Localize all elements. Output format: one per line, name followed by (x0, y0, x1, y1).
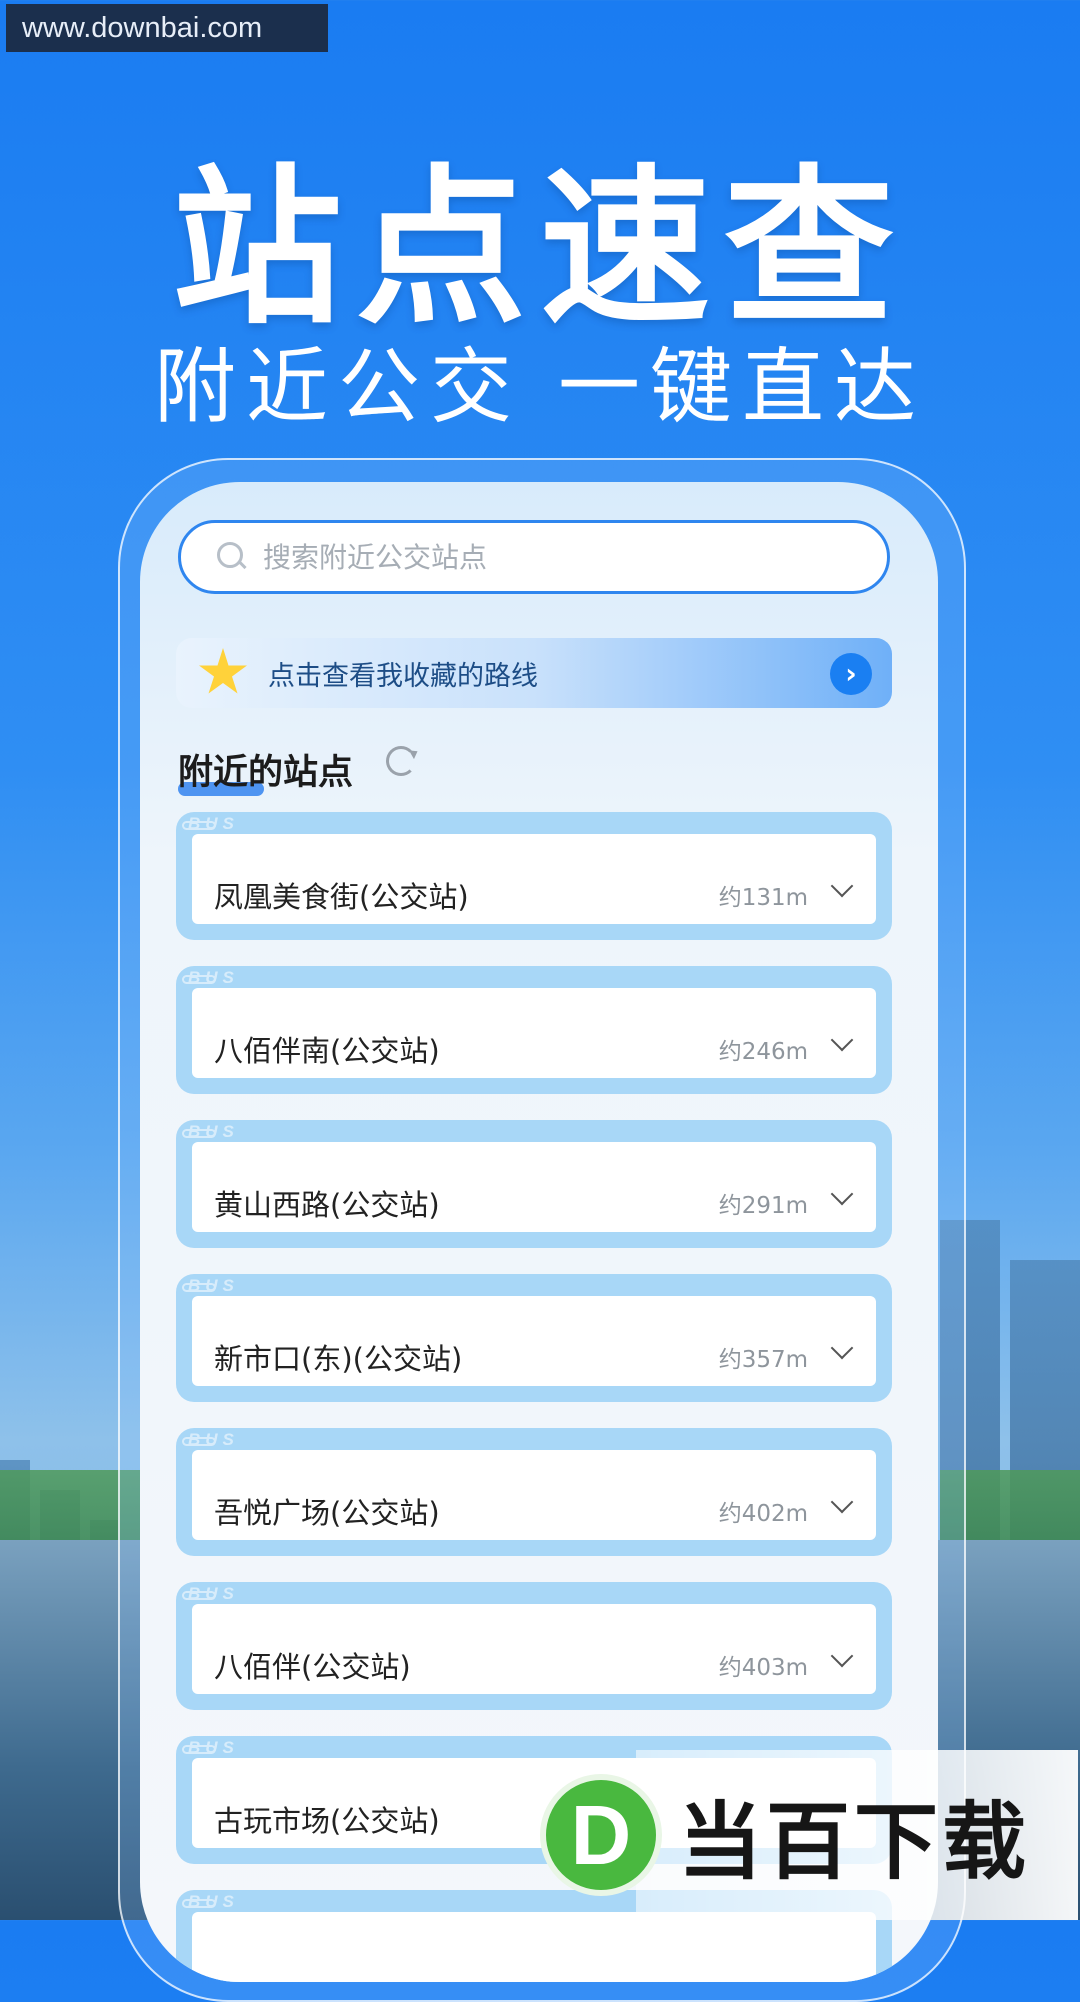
station-name: 新市口(东)(公交站) (214, 1342, 463, 1376)
chevron-right-icon[interactable]: › (830, 653, 872, 695)
subline: 附近公交 一键直达 (153, 340, 927, 435)
bus-tag: BUS (182, 1430, 298, 1452)
refresh-icon[interactable] (386, 746, 416, 776)
station-name: 黄山西路(公交站) (214, 1188, 440, 1222)
logo-text: 当百下载 (678, 1792, 1031, 1891)
station-card[interactable]: BUS 黄山西路(公交站) 约291m (176, 1120, 892, 1248)
chevron-down-icon[interactable] (830, 874, 854, 898)
station-card[interactable]: BUS 凤凰美食街(公交站) 约131m (176, 812, 892, 940)
bus-tag: BUS (182, 1276, 298, 1298)
favorites-label: 点击查看我收藏的路线 (268, 660, 538, 692)
chevron-down-icon[interactable] (830, 1644, 854, 1668)
station-distance: 约246m (718, 1039, 808, 1065)
station-card[interactable]: BUS 八佰伴(公交站) 约403m (176, 1582, 892, 1710)
section-title: 附近的站点 (178, 753, 354, 793)
station-card[interactable]: BUS 八佰伴南(公交站) 约246m (176, 966, 892, 1094)
station-card[interactable]: BUS 吾悦广场(公交站) 约402m (176, 1428, 892, 1556)
bus-tag: BUS (182, 814, 298, 836)
favorites-banner[interactable]: 点击查看我收藏的路线 › (176, 638, 892, 708)
search-icon (217, 542, 247, 572)
station-name: 八佰伴南(公交站) (214, 1034, 440, 1068)
station-distance: 约403m (718, 1655, 808, 1681)
chevron-down-icon[interactable] (830, 1336, 854, 1360)
station-name: 八佰伴(公交站) (214, 1650, 411, 1684)
station-card[interactable]: BUS 新市口(东)(公交站) 约357m (176, 1274, 892, 1402)
bus-tag: BUS (182, 1584, 298, 1606)
station-distance: 约131m (718, 885, 808, 911)
logo-d-icon: D (540, 1774, 662, 1896)
station-name: 凤凰美食街(公交站) (214, 880, 469, 914)
bus-tag: BUS (182, 968, 298, 990)
station-name: 古玩市场(公交站) (214, 1804, 440, 1838)
chevron-down-icon[interactable] (830, 1490, 854, 1514)
star-icon (199, 648, 247, 694)
station-distance: 约357m (718, 1347, 808, 1373)
site-watermark: www.downbai.com (6, 4, 328, 52)
search-bar[interactable] (178, 520, 890, 594)
bus-tag: BUS (182, 1122, 298, 1144)
downbai-logo-watermark: D 当百下载 (540, 1750, 1078, 1920)
station-name: 吾悦广场(公交站) (214, 1496, 440, 1530)
chevron-down-icon[interactable] (830, 1028, 854, 1052)
bus-tag: BUS (182, 1892, 298, 1914)
station-distance: 约402m (718, 1501, 808, 1527)
search-input[interactable] (261, 539, 825, 575)
bus-tag: BUS (182, 1738, 298, 1760)
chevron-down-icon[interactable] (830, 1182, 854, 1206)
station-distance: 约291m (718, 1193, 808, 1219)
